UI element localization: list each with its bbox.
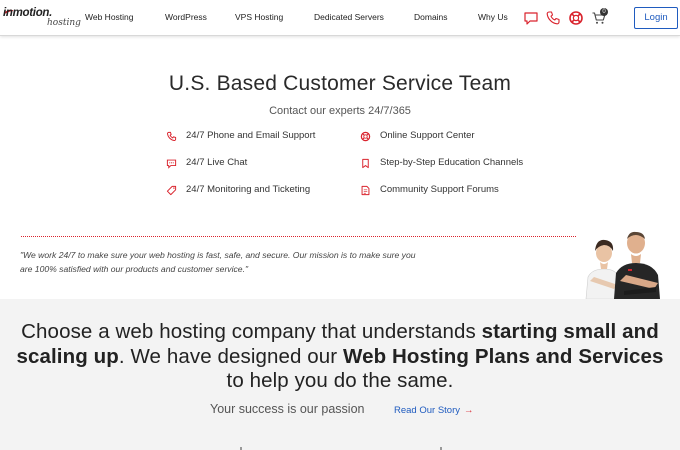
feature-label: 24/7 Phone and Email Support: [186, 130, 316, 141]
nav-vps-hosting[interactable]: VPS Hosting: [235, 12, 283, 22]
chat-icon: [166, 158, 177, 169]
service-subtitle: Contact our experts 24/7/365: [269, 105, 411, 117]
inmotion-hosting-logo[interactable]: inmotion. hosting: [3, 7, 81, 29]
headline-part: Choose a web hosting company that unders…: [21, 320, 482, 343]
feature-label: 24/7 Live Chat: [186, 157, 248, 168]
service-title: U.S. Based Customer Service Team: [168, 72, 512, 95]
cart-count-badge: 0: [600, 8, 608, 16]
mission-quote: "We work 24/7 to make sure your web host…: [20, 250, 416, 274]
nav-dedicated-servers[interactable]: Dedicated Servers: [314, 12, 384, 22]
feature-label: 24/7 Monitoring and Ticketing: [186, 184, 311, 195]
bookmark-icon: [360, 158, 371, 169]
story-link-label: Read Our Story: [394, 405, 460, 416]
nav-wordpress[interactable]: WordPress: [165, 12, 207, 22]
top-navigation-bar: inmotion. hosting Web Hosting WordPress …: [0, 0, 680, 36]
nav-web-hosting[interactable]: Web Hosting: [85, 12, 134, 22]
lifebuoy-icon: [360, 131, 371, 142]
support-lifebuoy-icon[interactable]: [568, 10, 584, 26]
feature-label: Online Support Center: [380, 130, 475, 141]
feature-label: Step-by-Step Education Channels: [380, 157, 524, 168]
dotted-divider: [21, 236, 576, 237]
phone-icon[interactable]: [545, 10, 561, 26]
document-icon: [360, 185, 371, 196]
logo-sub-text: hosting: [47, 18, 81, 28]
headline-emphasis: Web Hosting Plans and Services: [343, 344, 664, 368]
headline-part: . We have designed our: [118, 344, 344, 368]
arrow-right-icon: →: [464, 405, 474, 416]
chat-icon[interactable]: [523, 10, 539, 26]
tag-icon: [166, 185, 177, 196]
nav-why-us[interactable]: Why Us: [478, 12, 508, 22]
support-team-photo: [584, 229, 664, 300]
phone-icon: [166, 131, 177, 142]
login-button[interactable]: Login: [634, 7, 678, 29]
logo-main-text: inmotion.: [3, 7, 53, 19]
promo-headline: Choose a web hosting company that unders…: [12, 320, 668, 394]
read-our-story-link[interactable]: Read Our Story →: [394, 405, 474, 416]
nav-domains[interactable]: Domains: [414, 12, 448, 22]
passion-tagline: Your success is our passion: [210, 402, 365, 416]
feature-label: Community Support Forums: [380, 184, 499, 195]
headline-part: to help you do the same.: [226, 369, 454, 392]
